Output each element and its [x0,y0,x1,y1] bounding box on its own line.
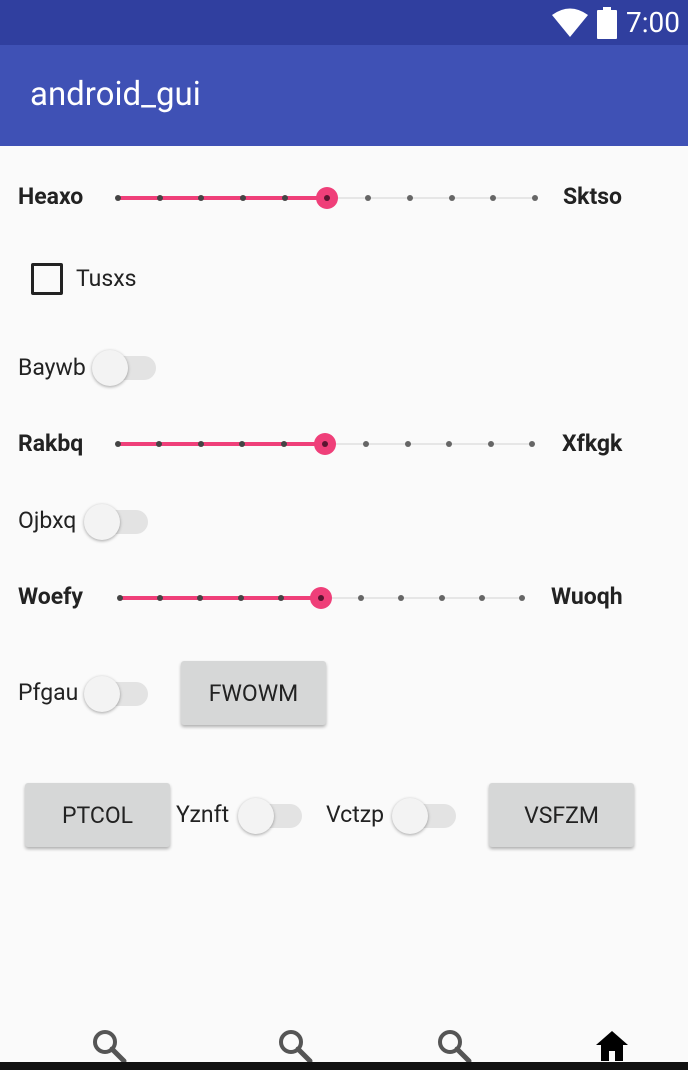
slider-tick [281,195,288,201]
slider-tick [446,441,453,447]
status-time: 7:00 [626,6,680,39]
switch-pfgau[interactable] [84,676,148,712]
wifi-icon [552,8,588,37]
slider-fill [118,442,325,446]
switch-ojbxq-label: Ojbxq [18,507,77,534]
slider-tick [358,595,365,601]
switch-thumb [238,798,274,834]
slider-tick [478,595,485,601]
slider-tick [115,195,121,201]
vsfzm-button[interactable]: VSFZM [489,783,634,847]
home-icon[interactable] [594,1028,630,1064]
switch-vctzp-label: Vctzp [326,801,385,828]
checkbox-label: Tusxs [76,265,137,292]
ptcol-button[interactable]: PTCOL [25,783,170,847]
slider-tick [438,595,445,601]
slider-thumb[interactable] [310,587,332,609]
slider-tick [115,441,121,447]
switch-baywb-label: Baywb [18,354,86,381]
app-title: android_gui [30,75,201,114]
slider-tick [156,441,163,447]
switch-thumb [392,798,428,834]
slider-tick [280,441,287,447]
switch-vctzp[interactable] [392,798,456,834]
slider-tick [398,595,405,601]
slider-tick [404,441,411,447]
status-bar: 7:00 [0,0,688,45]
slider-1-right-label: Sktso [563,183,623,210]
slider-thumb[interactable] [314,433,336,455]
slider-tick [490,195,497,201]
switch-thumb [84,504,120,540]
slider-tick [117,595,123,601]
slider-woefy[interactable] [117,587,525,609]
app-bar: android_gui [0,45,688,146]
slider-tick [406,195,413,201]
slider-tick [363,441,370,447]
slider-thumb[interactable] [315,187,338,209]
slider-tick [197,595,204,601]
slider-tick [198,195,205,201]
slider-heaxo[interactable] [115,187,538,209]
switch-baywb[interactable] [92,350,156,386]
slider-tick [240,195,247,201]
slider-tick [156,195,163,201]
slider-tick [532,195,538,201]
switch-thumb [92,350,128,386]
switch-ojbxq[interactable] [84,504,148,540]
switch-yznft[interactable] [238,798,302,834]
slider-fill [118,196,327,200]
switch-pfgau-label: Pfgau [18,679,79,706]
bottom-nav [0,1010,688,1070]
slider-tick [237,595,244,601]
slider-rakbq[interactable] [115,433,535,455]
slider-tick [529,441,535,447]
search-icon[interactable] [91,1028,127,1064]
system-nav-edge [0,1062,688,1070]
slider-tick [487,441,494,447]
slider-fill [120,596,321,600]
slider-tick [239,441,246,447]
search-icon[interactable] [436,1028,472,1064]
slider-3-right-label: Wuoqh [551,583,623,610]
slider-3-left-label: Woefy [18,583,83,610]
slider-tick [365,195,372,201]
search-icon[interactable] [277,1028,313,1064]
battery-icon [597,7,617,39]
switch-yznft-label: Yznft [176,801,230,828]
slider-tick [277,595,284,601]
slider-2-left-label: Rakbq [18,430,84,457]
slider-2-right-label: Xfkgk [562,430,623,457]
slider-tick [197,441,204,447]
tusxs-checkbox[interactable] [31,263,63,295]
slider-tick [519,595,525,601]
slider-tick [448,195,455,201]
slider-tick [157,595,164,601]
slider-1-left-label: Heaxo [18,183,84,210]
fwowm-button[interactable]: FWOWM [181,661,326,725]
switch-thumb [84,676,120,712]
